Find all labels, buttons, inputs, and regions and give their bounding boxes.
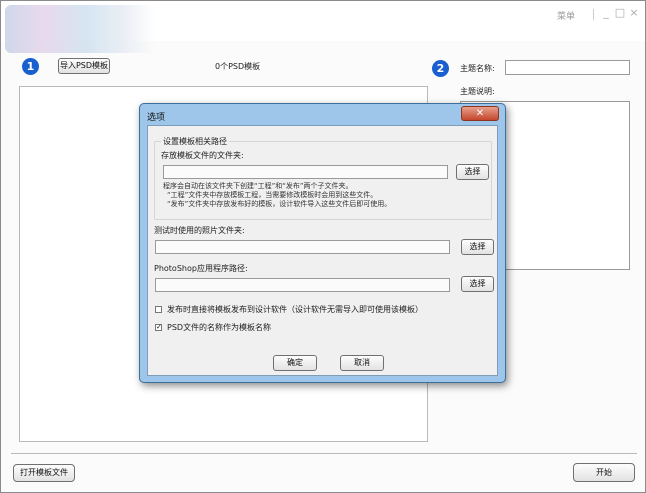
test-photo-input[interactable]	[155, 240, 450, 254]
publish-direct-label: 发布时直接将模板发布到设计软件（设计软件无需导入即可使用该模板）	[167, 304, 423, 315]
dialog-close-icon[interactable]: ✕	[461, 106, 499, 121]
check-icon: ✓	[156, 323, 162, 331]
group-title: 设置模板相关路径	[161, 136, 229, 147]
open-template-button[interactable]: 打开模板文件	[13, 464, 75, 482]
import-psd-button[interactable]: 导入PSD模板	[58, 58, 110, 74]
app-logo	[5, 5, 155, 53]
theme-name-label: 主题名称:	[460, 63, 495, 74]
start-button[interactable]: 开始	[573, 463, 635, 482]
footer-divider	[11, 453, 637, 454]
test-photo-browse-button[interactable]: 选择	[461, 239, 494, 255]
photoshop-path-label: PhotoShop应用程序路径:	[154, 263, 248, 274]
folder-note-line1: 程序会自动在该文件夹下创建“工程”和“发布”两个子文件夹。	[163, 182, 353, 191]
test-photo-label: 测试时使用的照片文件夹:	[154, 225, 245, 236]
menu-button[interactable]: 菜单	[557, 9, 575, 22]
title-bar: 菜单 _ □ ×	[1, 1, 645, 41]
photoshop-path-input[interactable]	[155, 278, 450, 292]
options-dialog: 选项 ✕ 设置模板相关路径 存放模板文件的文件夹: 选择 程序会自动在该文件夹下…	[139, 103, 506, 383]
folder-note-line3: “发布”文件夹中存放发布好的模板，设计软件导入这些文件后即可使用。	[167, 200, 391, 209]
title-separator	[593, 9, 594, 20]
dialog-body: 设置模板相关路径 存放模板文件的文件夹: 选择 程序会自动在该文件夹下创建“工程…	[147, 125, 498, 376]
maximize-icon[interactable]: □	[613, 6, 627, 19]
folder-note-line2: “工程”文件夹中存放模板工程，当需要修改模板时会用到这些文件。	[167, 191, 377, 200]
template-folder-input[interactable]	[163, 165, 448, 179]
theme-desc-label: 主题说明:	[460, 86, 495, 97]
psd-name-checkbox[interactable]: ✓	[155, 324, 162, 331]
dialog-title: 选项	[147, 110, 165, 123]
cancel-button[interactable]: 取消	[340, 355, 384, 371]
publish-direct-checkbox[interactable]	[155, 306, 162, 313]
photoshop-browse-button[interactable]: 选择	[461, 276, 494, 292]
step-two-badge: 2	[432, 60, 449, 77]
path-settings-group: 设置模板相关路径 存放模板文件的文件夹: 选择 程序会自动在该文件夹下创建“工程…	[154, 141, 492, 220]
psd-count-text: 0个PSD模板	[215, 61, 260, 72]
ok-button[interactable]: 确定	[273, 355, 317, 371]
template-folder-browse-button[interactable]: 选择	[456, 164, 489, 180]
template-folder-label: 存放模板文件的文件夹:	[161, 150, 244, 161]
step-one-badge: 1	[22, 58, 39, 75]
close-icon[interactable]: ×	[627, 6, 641, 19]
theme-name-input[interactable]	[505, 60, 630, 75]
minimize-icon[interactable]: _	[599, 6, 613, 19]
psd-name-label: PSD文件的名称作为模板名称	[167, 322, 271, 333]
